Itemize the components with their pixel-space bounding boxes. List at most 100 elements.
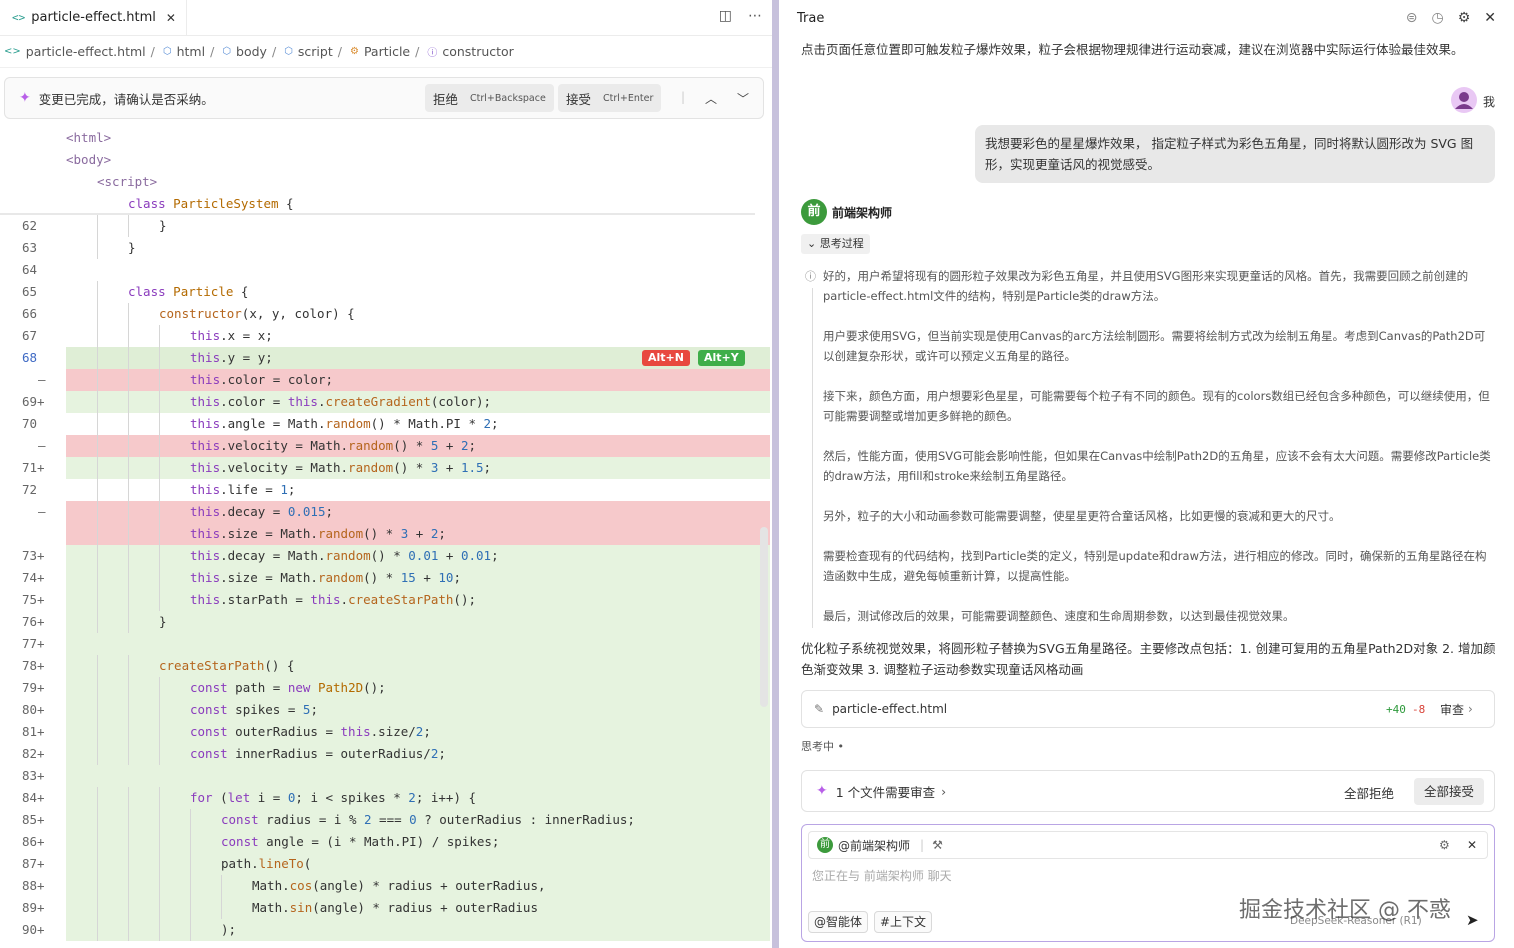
- divider: |: [920, 838, 925, 852]
- gear-icon[interactable]: ⚙: [1458, 10, 1471, 26]
- line-number: 65: [22, 284, 38, 299]
- send-icon[interactable]: ➤: [1466, 911, 1479, 929]
- line-number: 76+: [22, 614, 45, 629]
- history-icon[interactable]: ◷: [1431, 10, 1443, 26]
- code-line[interactable]: 81+ const outerRadius = this.size/2;: [0, 721, 770, 743]
- line-number: 66: [22, 306, 38, 321]
- code-line[interactable]: 66 constructor(x, y, color) {: [0, 303, 770, 325]
- code-line[interactable]: 67 this.x = x;: [0, 325, 770, 347]
- code-line[interactable]: 75+ this.starPath = this.createStarPath()…: [0, 589, 770, 611]
- scrollbar[interactable]: [760, 527, 768, 707]
- panel-divider[interactable]: [772, 0, 779, 948]
- line-number: 89+: [22, 900, 45, 915]
- code-line[interactable]: 72 this.life = 1;: [0, 479, 770, 501]
- breadcrumb-item[interactable]: Particle: [364, 44, 410, 59]
- breadcrumb-item[interactable]: particle-effect.html: [26, 44, 146, 59]
- code-line[interactable]: 84+ for (let i = 0; i < spikes * 2; i++) …: [0, 787, 770, 809]
- context-chip[interactable]: #上下文: [874, 911, 933, 933]
- sticky-line[interactable]: <body>: [0, 149, 755, 171]
- code-line[interactable]: 76+}: [0, 611, 770, 633]
- watermark: 掘金技术社区 @ 不惑: [1239, 898, 1451, 923]
- chat-input-placeholder[interactable]: 您正在与 前端架构师 聊天: [812, 867, 952, 884]
- breadcrumb-item[interactable]: script: [298, 44, 333, 59]
- code-editor[interactable]: <html> <body> <script> class ParticleSys…: [0, 127, 770, 948]
- reject-button[interactable]: 拒绝 Ctrl+Backspace: [425, 84, 554, 112]
- accept-button[interactable]: 接受 Ctrl+Enter: [558, 84, 662, 112]
- code-lines: 62} 63} 64 65 class Particle {66 constructor(…: [0, 215, 770, 941]
- close-tab-icon[interactable]: ✕: [166, 11, 176, 25]
- agent-name: 前端架构师: [832, 206, 893, 220]
- thinking-toggle[interactable]: ⌄ 思考过程: [801, 234, 870, 254]
- sparkle-icon: ✦: [19, 90, 31, 106]
- reject-shortcut: Ctrl+Backspace: [470, 92, 546, 104]
- close-icon[interactable]: ✕: [1467, 838, 1477, 852]
- code-line[interactable]: 89+ Math.sin(angle) * radius + outerRadiu…: [0, 897, 770, 919]
- close-icon[interactable]: ✕: [1484, 10, 1496, 26]
- code-line[interactable]: 62}: [0, 215, 770, 237]
- inline-accept-button[interactable]: Alt+Y: [698, 350, 745, 366]
- code-line[interactable]: this.size = Math.random() * 3 + 2;: [0, 523, 770, 545]
- user-label: 我: [1483, 95, 1496, 109]
- code-line[interactable]: 87+ path.lineTo(: [0, 853, 770, 875]
- tool-icon[interactable]: ⚒: [932, 838, 943, 852]
- code-line[interactable]: 69+ this.color = this.createGradient(colo…: [0, 391, 770, 413]
- pending-review-card: ✦ 1 个文件需要审查 › 全部拒绝 全部接受: [801, 770, 1495, 812]
- info-icon: ⓘ: [805, 270, 816, 283]
- code-line[interactable]: 74+ this.size = Math.random() * 15 + 10;: [0, 567, 770, 589]
- code-line[interactable]: 85+ const radius = i % 2 === 0 ? outerRad…: [0, 809, 770, 831]
- review-link[interactable]: 审查: [1440, 701, 1464, 718]
- thinking-label: 思考过程: [819, 237, 864, 250]
- code-line[interactable]: 63}: [0, 237, 770, 259]
- breadcrumb-item[interactable]: html: [177, 44, 205, 59]
- sticky-line[interactable]: <html>: [0, 127, 755, 149]
- file-name: particle-effect.html: [832, 702, 948, 716]
- status-text: 思考中 •: [801, 740, 844, 753]
- new-chat-icon[interactable]: ⊜: [1406, 10, 1418, 26]
- editor-tab[interactable]: <> particle-effect.html ✕: [0, 0, 187, 36]
- breadcrumb: <> particle-effect.html / ⬡ html / ⬡ body /…: [0, 36, 772, 68]
- sticky-line[interactable]: class ParticleSystem {: [0, 193, 755, 215]
- code-line[interactable]: 77+: [0, 633, 770, 655]
- line-text: class Particle {: [66, 281, 770, 303]
- code-line[interactable]: 64: [0, 259, 770, 281]
- code-line[interactable]: 82+ const innerRadius = outerRadius/2;: [0, 743, 770, 765]
- thinking-paragraph: 另外，粒子的大小和动画参数可能需要调整，使星星更符合童话风格，比如更慢的衰减和更…: [823, 509, 1341, 523]
- agent-selector[interactable]: 前 @前端架构师 | ⚒ ⚙ ✕: [808, 831, 1488, 859]
- code-line[interactable]: 88+ Math.cos(angle) * radius + outerRadiu…: [0, 875, 770, 897]
- pending-review-text[interactable]: 1 个文件需要审查: [836, 782, 935, 801]
- file-change-card[interactable]: ✎ particle-effect.html +40 -8 审查 ›: [801, 690, 1495, 728]
- code-line[interactable]: 90+);: [0, 919, 770, 941]
- accept-all-button[interactable]: 全部接受: [1414, 778, 1485, 805]
- gear-icon[interactable]: ⚙: [1439, 838, 1450, 852]
- code-line[interactable]: — this.decay = 0.015;: [0, 501, 770, 523]
- line-text: for (let i = 0; i < spikes * 2; i++) {: [66, 787, 770, 809]
- chevron-down-icon: ⌄: [807, 237, 817, 250]
- chevron-up-icon[interactable]: ︿: [705, 90, 717, 107]
- code-line[interactable]: 73+ this.decay = Math.random() * 0.01 + 0…: [0, 545, 770, 567]
- line-text: this.size = Math.random() * 15 + 10;: [66, 567, 770, 589]
- code-line[interactable]: 68 this.y = y; Alt+N Alt+Y: [0, 347, 770, 369]
- code-line[interactable]: 79+ const path = new Path2D();: [0, 677, 770, 699]
- line-text: }: [66, 237, 770, 259]
- more-actions-icon[interactable]: ⋯: [748, 8, 762, 24]
- chevron-down-icon[interactable]: ﹀: [737, 90, 749, 107]
- code-line[interactable]: — this.color = color;: [0, 369, 770, 391]
- line-number: 90+: [22, 922, 45, 937]
- split-editor-icon[interactable]: ◫: [719, 8, 732, 24]
- inline-reject-button[interactable]: Alt+N: [642, 350, 690, 366]
- code-line[interactable]: 86+ const angle = (i * Math.PI) / spikes;: [0, 831, 770, 853]
- code-line[interactable]: 83+: [0, 765, 770, 787]
- chat-input-box[interactable]: 前 @前端架构师 | ⚒ ⚙ ✕ 您正在与 前端架构师 聊天 @智能体 #上下文…: [801, 824, 1495, 942]
- code-line[interactable]: 65 class Particle {: [0, 281, 770, 303]
- code-line[interactable]: 71+ this.velocity = Math.random() * 3 + 1…: [0, 457, 770, 479]
- reject-all-button[interactable]: 全部拒绝: [1344, 783, 1394, 802]
- code-line[interactable]: — this.velocity = Math.random() * 5 + 2;: [0, 435, 770, 457]
- agent-chip[interactable]: @智能体: [808, 911, 869, 933]
- code-line[interactable]: 80+ const spikes = 5;: [0, 699, 770, 721]
- code-line[interactable]: 78+ createStarPath() {: [0, 655, 770, 677]
- breadcrumb-item[interactable]: constructor: [442, 44, 513, 59]
- sticky-line[interactable]: <script>: [0, 171, 755, 193]
- line-text: [66, 765, 770, 787]
- code-line[interactable]: 70 this.angle = Math.random() * Math.PI *…: [0, 413, 770, 435]
- breadcrumb-item[interactable]: body: [236, 44, 267, 59]
